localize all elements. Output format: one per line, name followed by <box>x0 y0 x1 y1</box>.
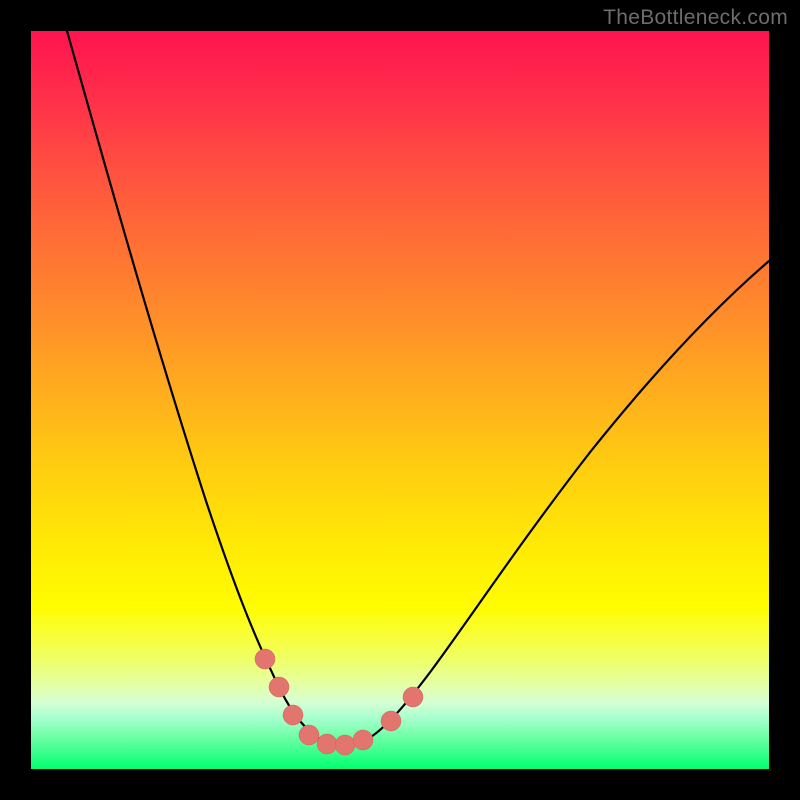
curve-marker <box>353 730 373 750</box>
watermark-text: TheBottleneck.com <box>603 6 788 30</box>
curve-marker <box>317 734 337 754</box>
curve-marker <box>299 725 319 745</box>
bottleneck-curve <box>67 31 769 746</box>
chart-frame: TheBottleneck.com <box>0 0 800 800</box>
chart-plot-area <box>31 31 769 769</box>
curve-marker <box>255 649 275 669</box>
curve-marker <box>269 677 289 697</box>
marker-group <box>255 649 423 755</box>
chart-svg <box>31 31 769 769</box>
curve-marker <box>381 711 401 731</box>
curve-marker <box>403 687 423 707</box>
curve-marker <box>335 735 355 755</box>
curve-marker <box>283 705 303 725</box>
